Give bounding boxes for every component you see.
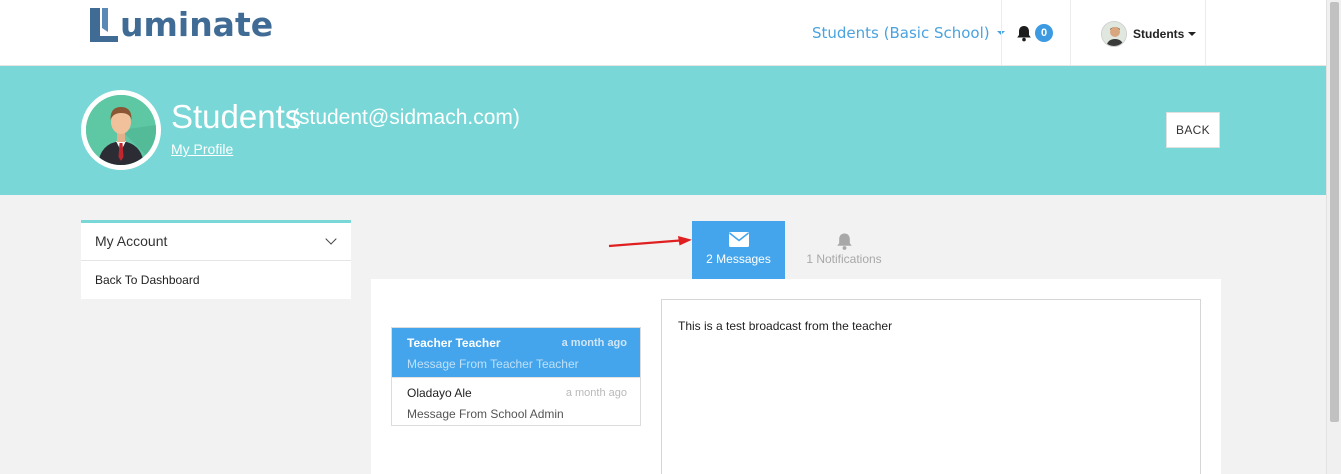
profile-email: (student@sidmach.com) [292, 106, 520, 129]
message-time: a month ago [565, 387, 627, 399]
profile-avatar [81, 90, 161, 170]
message-list-item[interactable]: Teacher Teacher a month ago Message From… [392, 328, 640, 377]
profile-banner: Students (student@sidmach.com) My Profil… [0, 66, 1326, 195]
message-subject: Message From Teacher Teacher [407, 357, 579, 371]
message-detail-view: This is a test broadcast from the teache… [661, 299, 1201, 474]
school-selector-label: Students (Basic School) [812, 24, 990, 42]
messages-panel: Teacher Teacher a month ago Message From… [371, 279, 1221, 474]
annotation-arrow-icon [608, 236, 692, 248]
notifications-button[interactable]: 0 [1016, 24, 1053, 42]
nav-divider [1001, 0, 1002, 65]
tab-messages[interactable]: 2 Messages [692, 221, 785, 279]
my-profile-link[interactable]: My Profile [171, 141, 233, 157]
profile-name: Students [171, 98, 302, 135]
user-avatar [1101, 21, 1127, 47]
caret-down-icon [1188, 32, 1197, 36]
user-menu-label: Students [1133, 27, 1185, 41]
scrollbar-thumb[interactable] [1330, 2, 1339, 422]
top-navbar: uminate Students (Basic School) 0 Studen… [0, 0, 1326, 66]
user-avatar-icon [86, 95, 156, 165]
school-selector-dropdown[interactable]: Students (Basic School) [812, 24, 1005, 42]
bell-icon [1017, 25, 1031, 41]
sidebar-item-back-to-dashboard[interactable]: Back To Dashboard [81, 261, 351, 299]
logo-text: uminate [120, 5, 274, 44]
tab-messages-label: 2 Messages [706, 252, 771, 266]
bell-icon [836, 233, 852, 250]
logo-l-icon [90, 8, 118, 42]
nav-divider [1070, 0, 1071, 65]
luminate-logo[interactable]: uminate [88, 4, 273, 46]
my-account-accordion[interactable]: My Account [81, 223, 351, 261]
message-body: This is a test broadcast from the teache… [678, 319, 893, 333]
back-button[interactable]: BACK [1166, 112, 1220, 148]
tab-notifications[interactable]: 1 Notifications [795, 221, 893, 279]
chevron-down-icon [325, 233, 337, 245]
notification-count-badge: 0 [1035, 24, 1053, 42]
envelope-icon [728, 232, 749, 247]
user-menu-dropdown[interactable]: Students [1101, 21, 1197, 47]
nav-divider [1205, 0, 1206, 65]
message-list-item[interactable]: Oladayo Ale a month ago Message From Sch… [392, 377, 640, 426]
account-sidebar: My Account Back To Dashboard [81, 220, 351, 299]
message-time: a month ago [561, 337, 627, 349]
message-subject: Message From School Admin [407, 407, 564, 421]
page-scrollbar[interactable] [1326, 0, 1341, 474]
my-account-label: My Account [95, 233, 168, 249]
message-list: Teacher Teacher a month ago Message From… [391, 327, 641, 426]
tab-notifications-label: 1 Notifications [806, 252, 882, 266]
